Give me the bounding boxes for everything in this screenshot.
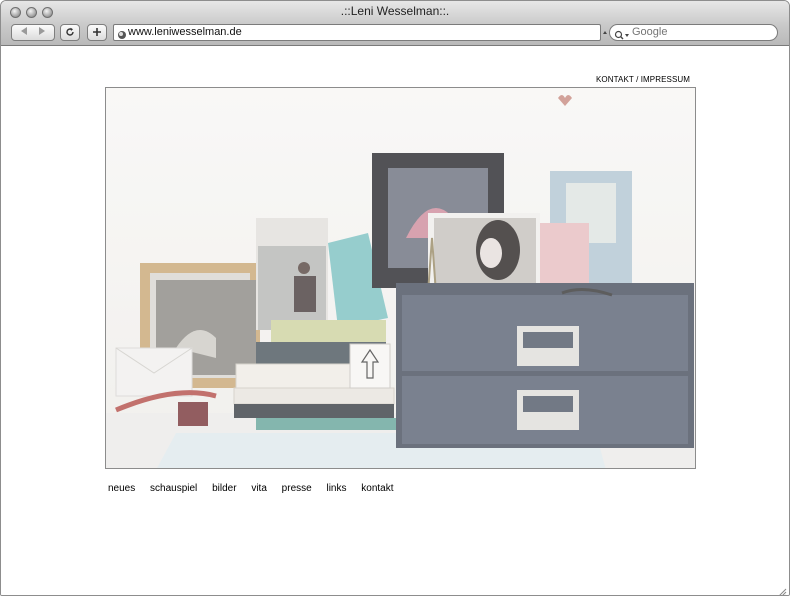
- main-nav: neues schauspiel bilder vita presse link…: [108, 483, 406, 494]
- nav-item-links[interactable]: links: [326, 483, 346, 494]
- back-forward-buttons: [11, 24, 55, 41]
- address-bar[interactable]: www.leniwesselman.de: [113, 24, 601, 41]
- reload-icon: [65, 26, 75, 40]
- search-icon: [614, 27, 630, 45]
- nav-item-bilder[interactable]: bilder: [212, 483, 236, 494]
- nav-item-vita[interactable]: vita: [251, 483, 267, 494]
- reload-button[interactable]: [60, 24, 80, 41]
- forward-icon[interactable]: [33, 25, 51, 39]
- resize-grip-icon[interactable]: [777, 584, 787, 595]
- top-links: KONTAKT / IMPRESSUM: [596, 75, 690, 84]
- site-favicon: [117, 27, 127, 45]
- nav-item-schauspiel[interactable]: schauspiel: [150, 483, 197, 494]
- snapback-icon[interactable]: [602, 26, 608, 44]
- hero-photo: [105, 87, 696, 469]
- browser-toolbar: .::Leni Wesselman::. www.leniwesselman.d…: [1, 1, 789, 46]
- link-separator: /: [633, 75, 641, 84]
- impressum-link[interactable]: IMPRESSUM: [641, 75, 690, 84]
- window-title: .::Leni Wesselman::.: [340, 4, 450, 18]
- url-text: www.leniwesselman.de: [128, 26, 242, 38]
- search-box[interactable]: [609, 24, 778, 41]
- search-input[interactable]: [632, 26, 762, 38]
- page-content: KONTAKT / IMPRESSUM neues schauspiel bil…: [1, 46, 789, 595]
- add-bookmark-icon: [92, 26, 102, 40]
- nav-item-neues[interactable]: neues: [108, 483, 135, 494]
- add-bookmark-button[interactable]: [87, 24, 107, 41]
- kontakt-link[interactable]: KONTAKT: [596, 75, 634, 84]
- nav-item-presse[interactable]: presse: [282, 483, 312, 494]
- back-icon[interactable]: [15, 25, 33, 39]
- nav-item-kontakt[interactable]: kontakt: [361, 483, 393, 494]
- browser-window: .::Leni Wesselman::. www.leniwesselman.d…: [0, 0, 790, 596]
- desk-still-life-image: [106, 88, 695, 468]
